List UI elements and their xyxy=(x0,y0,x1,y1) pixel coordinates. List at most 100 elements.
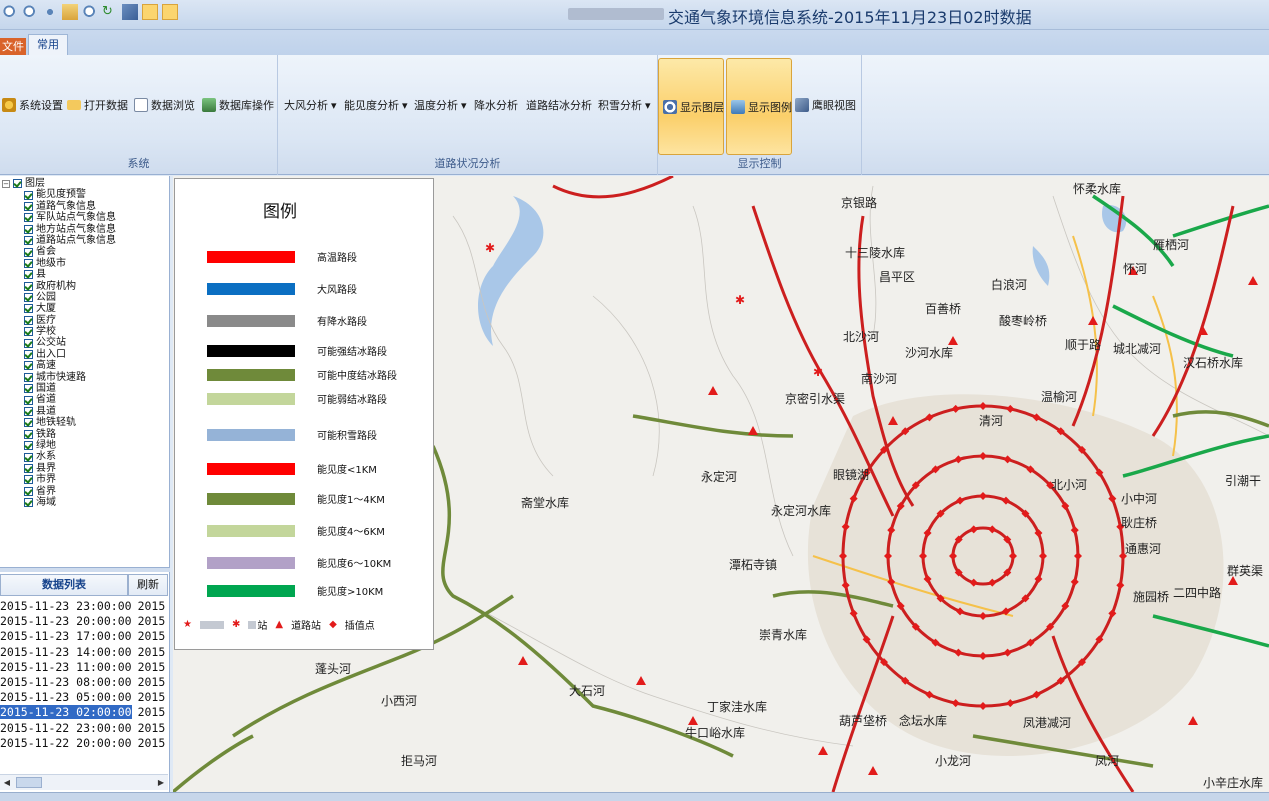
refresh-button[interactable]: 刷新 xyxy=(128,574,168,596)
identify-icon[interactable] xyxy=(82,4,98,20)
checkbox[interactable] xyxy=(24,452,33,462)
layer-item[interactable]: 海域 xyxy=(0,497,168,508)
data-list-row[interactable]: 2015-11-23 02:00:00 2015 xyxy=(0,705,168,720)
collapse-icon[interactable]: − xyxy=(2,179,10,188)
checkbox[interactable] xyxy=(24,258,33,268)
layer-root[interactable]: − 图层 xyxy=(0,178,168,189)
browse-data-button[interactable]: 数据浏览 xyxy=(134,97,195,113)
checkbox[interactable] xyxy=(24,475,33,485)
layer-item[interactable]: 县道 xyxy=(0,406,168,417)
checkbox[interactable] xyxy=(24,384,33,394)
precipitation-analysis-button[interactable]: 降水分析 xyxy=(474,97,518,113)
checkbox[interactable] xyxy=(24,236,33,246)
checkbox[interactable] xyxy=(24,407,33,416)
data-list-row[interactable]: 2015-11-23 05:00:00 2015 xyxy=(0,690,168,705)
tab-file[interactable]: 文件 xyxy=(0,38,26,56)
layer-item[interactable]: 高速 xyxy=(0,360,168,371)
zoom-out-icon[interactable] xyxy=(22,4,38,20)
checkbox[interactable] xyxy=(24,498,33,508)
checkbox[interactable] xyxy=(24,361,33,371)
layer-item[interactable]: 水系 xyxy=(0,451,168,462)
checkbox[interactable] xyxy=(24,270,33,280)
layer-item[interactable]: 学校 xyxy=(0,326,168,337)
checkbox[interactable] xyxy=(13,179,22,189)
scroll-right-icon[interactable]: ▶ xyxy=(155,777,167,788)
checkbox[interactable] xyxy=(24,224,33,234)
checkbox[interactable] xyxy=(24,190,33,200)
zoom-in-icon[interactable] xyxy=(2,4,18,20)
map-label: 顺于路 xyxy=(1065,338,1102,352)
layer-item[interactable]: 国道 xyxy=(0,383,168,394)
layer-item[interactable]: 省道 xyxy=(0,394,168,405)
legend-item: 能见度4～6KM xyxy=(207,523,385,538)
database-ops-button[interactable]: 数据库操作 xyxy=(202,97,274,113)
checkbox[interactable] xyxy=(24,395,33,405)
wind-analysis-button[interactable]: 大风分析 ▾ xyxy=(284,97,337,113)
layer-item[interactable]: 地铁轻轨 xyxy=(0,417,168,428)
scroll-left-icon[interactable]: ◀ xyxy=(1,777,13,788)
layer-item[interactable]: 道路站点气象信息 xyxy=(0,235,168,246)
data-list-row[interactable]: 2015-11-23 08:00:00 2015 xyxy=(0,675,168,690)
data-list-row[interactable]: 2015-11-23 14:00:00 2015 xyxy=(0,645,168,660)
layer-item[interactable]: 城市快速路 xyxy=(0,372,168,383)
road-icing-analysis-button[interactable]: 道路结冰分析 xyxy=(526,97,592,113)
layer-item[interactable]: 能见度预警 xyxy=(0,189,168,200)
checkbox[interactable] xyxy=(24,338,33,348)
layer-item[interactable]: 省界 xyxy=(0,486,168,497)
checkbox[interactable] xyxy=(24,429,33,439)
layer-item[interactable]: 市界 xyxy=(0,474,168,485)
visibility-analysis-button[interactable]: 能见度分析 ▾ xyxy=(344,97,408,113)
checkbox[interactable] xyxy=(24,315,33,325)
data-list-row[interactable]: 2015-11-22 20:00:00 2015 xyxy=(0,736,168,751)
layer-item[interactable]: 公交站 xyxy=(0,337,168,348)
data-list-row[interactable]: 2015-11-23 17:00:00 2015 xyxy=(0,629,168,644)
layer-item[interactable]: 县界 xyxy=(0,463,168,474)
checkbox[interactable] xyxy=(24,372,33,382)
layer-item[interactable]: 地方站点气象信息 xyxy=(0,224,168,235)
horizontal-scrollbar[interactable]: ◀ ▶ xyxy=(0,774,168,790)
layer-item[interactable]: 铁路 xyxy=(0,429,168,440)
show-legend-icon[interactable] xyxy=(162,4,178,20)
checkbox[interactable] xyxy=(24,463,33,473)
checkbox[interactable] xyxy=(24,418,33,428)
checkbox[interactable] xyxy=(24,304,33,314)
checkbox[interactable] xyxy=(24,486,33,496)
checkbox[interactable] xyxy=(24,213,33,223)
checkbox[interactable] xyxy=(24,281,33,291)
temperature-analysis-button[interactable]: 温度分析 ▾ xyxy=(414,97,467,113)
data-list-row[interactable]: 2015-11-23 23:00:00 2015 xyxy=(0,599,168,614)
layer-item[interactable]: 县 xyxy=(0,269,168,280)
show-layer-icon[interactable] xyxy=(142,4,158,20)
show-layer-button[interactable]: 显示图层 xyxy=(658,58,724,155)
layer-item[interactable]: 道路气象信息 xyxy=(0,201,168,212)
open-data-button[interactable]: 打开数据 xyxy=(67,97,128,113)
layer-item[interactable]: 出入口 xyxy=(0,349,168,360)
checkbox[interactable] xyxy=(24,247,33,257)
scroll-thumb[interactable] xyxy=(16,777,42,788)
data-list-row[interactable]: 2015-11-23 11:00:00 2015 xyxy=(0,660,168,675)
checkbox[interactable] xyxy=(24,350,33,360)
layer-item[interactable]: 大厦 xyxy=(0,303,168,314)
checkbox[interactable] xyxy=(24,293,33,303)
checkbox[interactable] xyxy=(24,441,33,451)
layer-item[interactable]: 地级市 xyxy=(0,258,168,269)
layer-icon[interactable] xyxy=(122,4,138,20)
layer-item[interactable]: 公园 xyxy=(0,292,168,303)
refresh-icon[interactable]: ↻ xyxy=(102,4,118,20)
tab-common[interactable]: 常用 xyxy=(28,34,68,56)
show-legend-button[interactable]: 显示图例 xyxy=(726,58,792,155)
layer-item[interactable]: 绿地 xyxy=(0,440,168,451)
layer-item[interactable]: 军队站点气象信息 xyxy=(0,212,168,223)
pan-icon[interactable] xyxy=(42,4,58,20)
layer-item[interactable]: 省会 xyxy=(0,246,168,257)
snow-analysis-button[interactable]: 积雪分析 ▾ xyxy=(598,97,651,113)
data-list-row[interactable]: 2015-11-23 20:00:00 2015 xyxy=(0,614,168,629)
data-list-row[interactable]: 2015-11-22 23:00:00 2015 xyxy=(0,721,168,736)
full-extent-icon[interactable] xyxy=(62,4,78,20)
layer-item[interactable]: 政府机构 xyxy=(0,281,168,292)
eagle-eye-button[interactable]: 鹰眼视图 xyxy=(795,97,856,113)
checkbox[interactable] xyxy=(24,201,33,211)
checkbox[interactable] xyxy=(24,327,33,337)
system-settings-button[interactable]: 系统设置 xyxy=(2,97,63,113)
layer-item[interactable]: 医疗 xyxy=(0,315,168,326)
